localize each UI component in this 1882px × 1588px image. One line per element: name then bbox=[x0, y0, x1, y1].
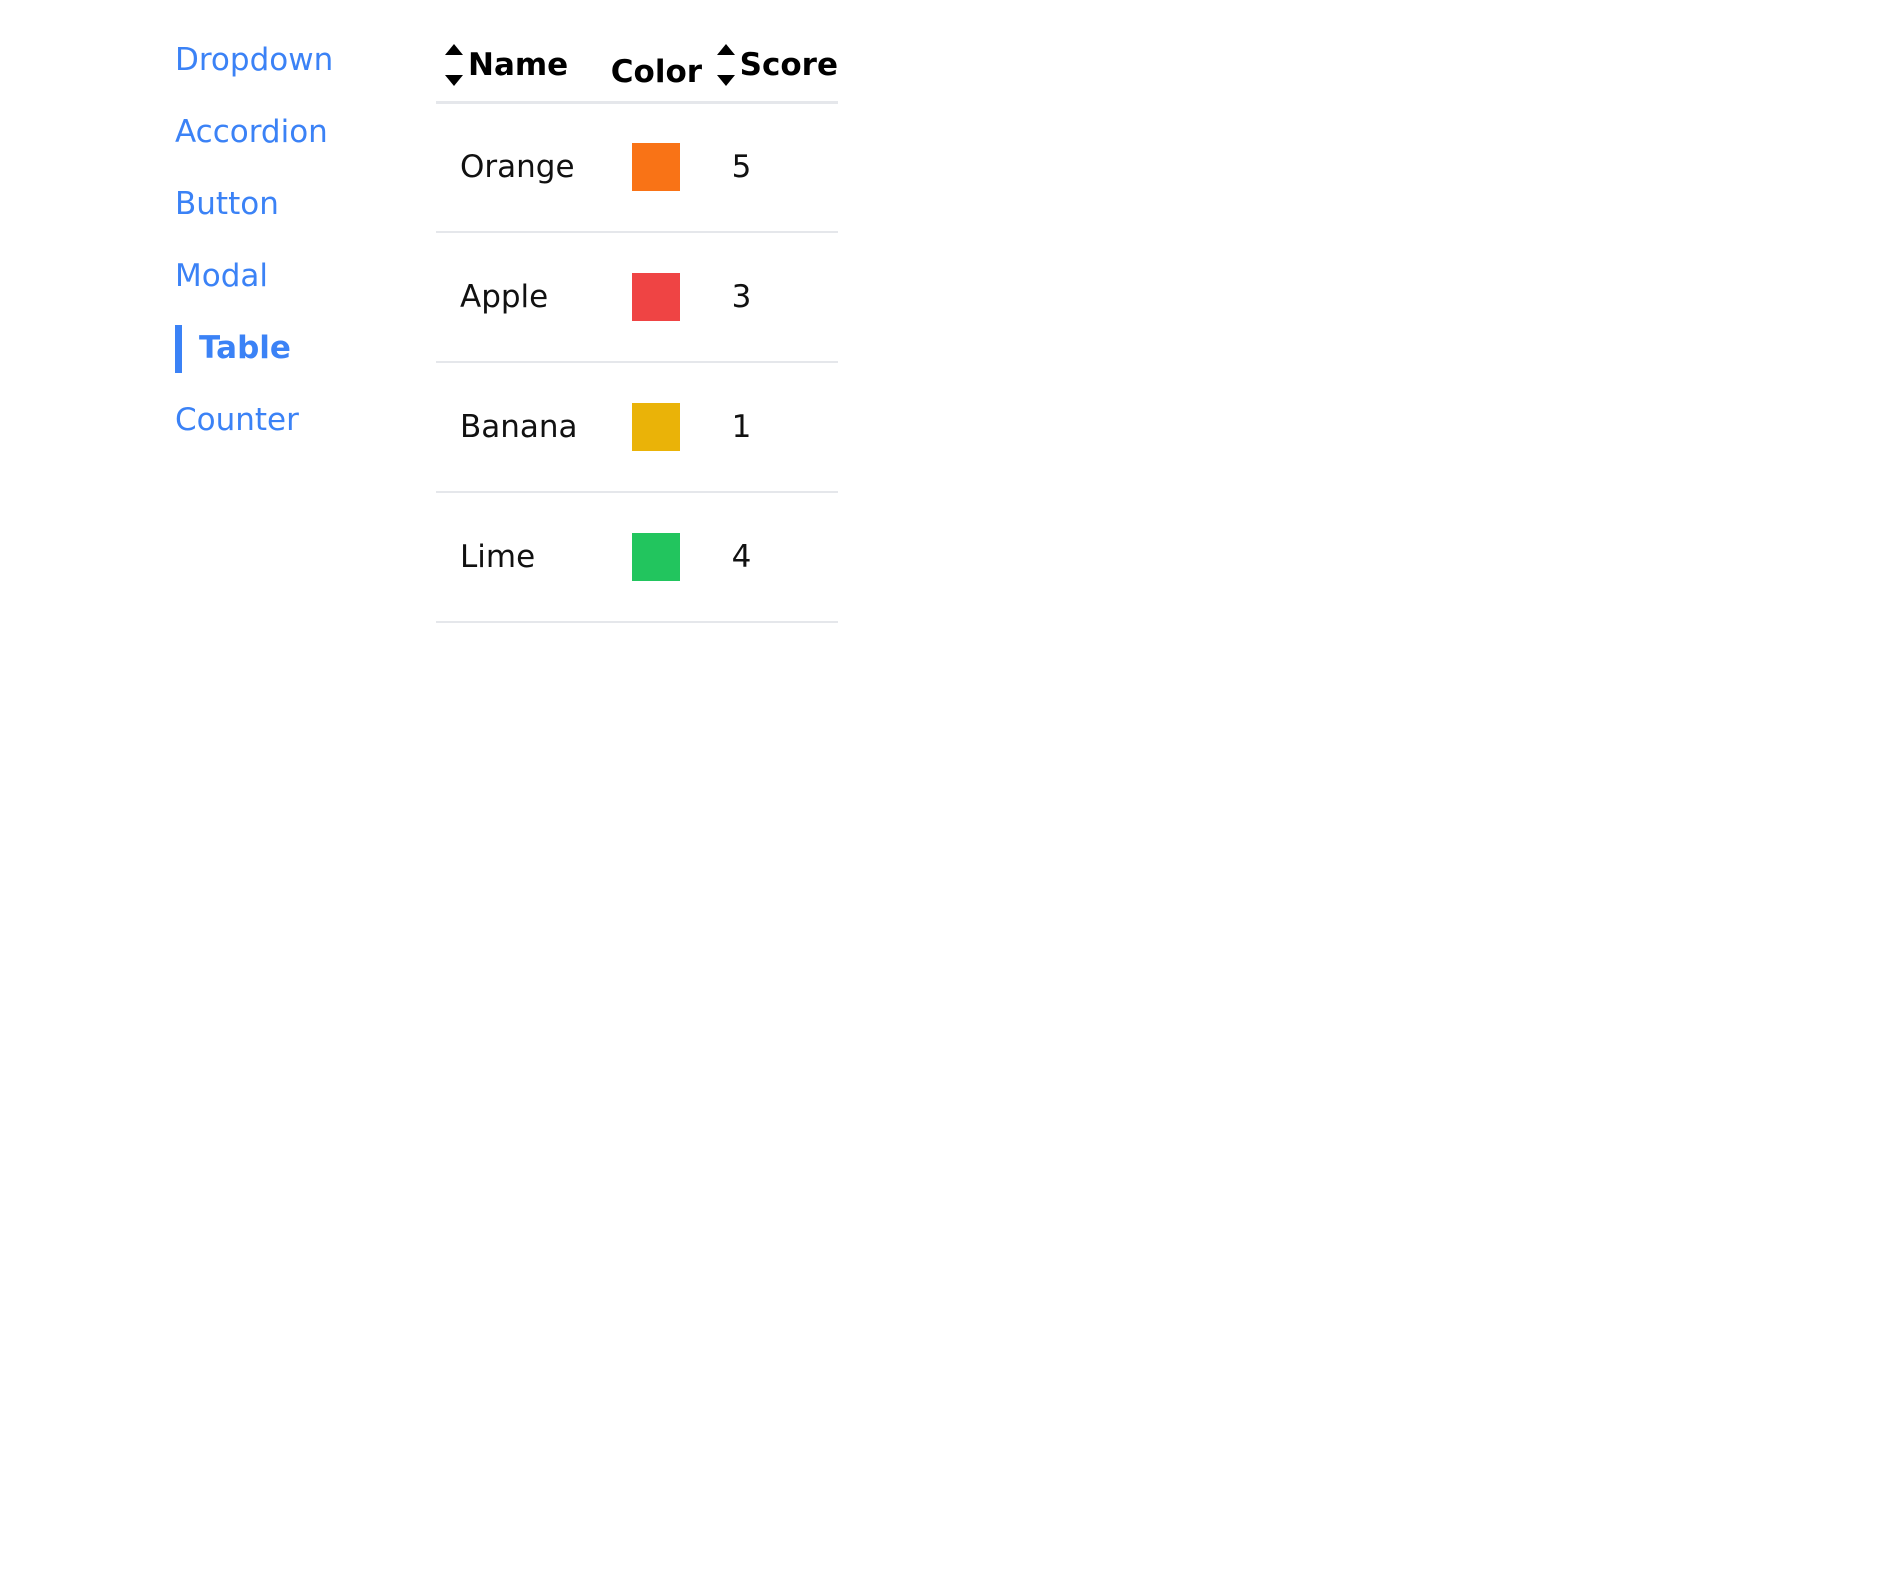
cell-score: 3 bbox=[731, 279, 752, 315]
sidebar-item-button[interactable]: Button bbox=[175, 168, 405, 240]
sidebar-item-accordion[interactable]: Accordion bbox=[175, 96, 405, 168]
sidebar-item-modal[interactable]: Modal bbox=[175, 240, 405, 312]
cell-name: Banana bbox=[460, 409, 578, 445]
cell-name: Orange bbox=[460, 149, 575, 186]
sidebar-nav: Dropdown Accordion Button Modal Table Co… bbox=[175, 24, 405, 456]
sidebar-item-dropdown[interactable]: Dropdown bbox=[175, 24, 405, 96]
color-swatch bbox=[632, 533, 681, 581]
table-row: Banana 1 bbox=[436, 362, 838, 492]
column-header-label: Color bbox=[610, 54, 703, 91]
column-header-label: Score bbox=[739, 47, 838, 84]
cell-score: 1 bbox=[731, 409, 752, 445]
sidebar-item-label: Accordion bbox=[175, 114, 328, 150]
sidebar-item-label: Counter bbox=[175, 402, 299, 438]
cell-name: Apple bbox=[460, 279, 549, 315]
cell-score: 4 bbox=[731, 539, 752, 575]
cell-color bbox=[597, 362, 716, 492]
fruit-table: Name Color Score Orange 5 Apple 3 Banana… bbox=[436, 30, 838, 623]
sidebar-item-label: Modal bbox=[175, 258, 268, 294]
column-header-name[interactable]: Name bbox=[436, 30, 597, 102]
table-header-row: Name Color Score bbox=[436, 30, 838, 102]
table-row: Orange 5 bbox=[436, 102, 838, 232]
page: Dropdown Accordion Button Modal Table Co… bbox=[0, 0, 1882, 1588]
cell-name: Lime bbox=[460, 539, 536, 575]
color-swatch bbox=[632, 143, 681, 192]
sidebar-item-label: Table bbox=[199, 330, 291, 366]
column-header-color: Color bbox=[597, 30, 716, 102]
sidebar-item-label: Button bbox=[175, 186, 279, 222]
cell-color bbox=[597, 232, 716, 362]
sidebar-item-table[interactable]: Table bbox=[175, 312, 405, 384]
color-swatch bbox=[632, 273, 681, 321]
color-swatch bbox=[632, 403, 681, 451]
cell-color bbox=[597, 492, 716, 622]
table-header: Name Color Score bbox=[436, 30, 838, 102]
column-header-score[interactable]: Score bbox=[716, 30, 838, 102]
sidebar-item-counter[interactable]: Counter bbox=[175, 384, 405, 456]
sidebar-item-label: Dropdown bbox=[175, 42, 334, 78]
table-row: Lime 4 bbox=[436, 492, 838, 622]
sort-updown-icon[interactable] bbox=[716, 44, 736, 87]
table-body: Orange 5 Apple 3 Banana 1 Lime 4 bbox=[436, 102, 838, 622]
cell-score: 5 bbox=[731, 149, 752, 186]
sort-updown-icon[interactable] bbox=[444, 44, 464, 87]
column-header-label: Name bbox=[468, 47, 569, 84]
cell-color bbox=[597, 102, 716, 232]
table-row: Apple 3 bbox=[436, 232, 838, 362]
